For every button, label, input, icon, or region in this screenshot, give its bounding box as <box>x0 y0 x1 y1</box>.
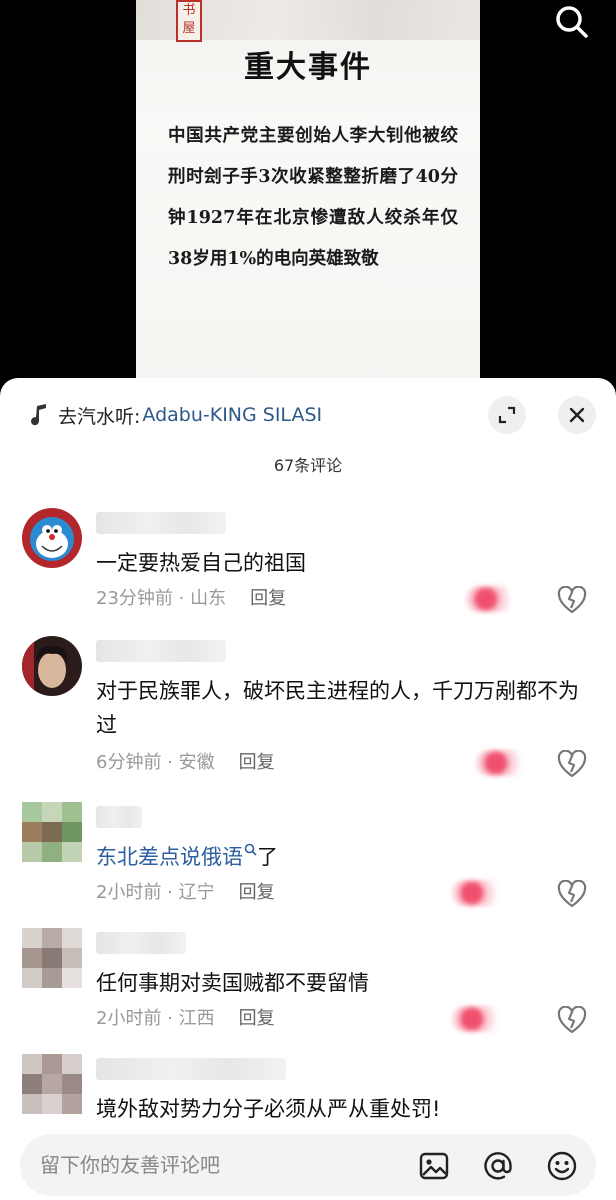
expand-button[interactable] <box>488 396 526 434</box>
comment-time-location: 2小时前 · 江西 <box>96 1008 215 1029</box>
music-prefix: 去汽水听: <box>58 405 141 428</box>
dislike-heart-icon[interactable] <box>557 880 587 908</box>
comment-sheet: 去汽水听: Adabu-KING SILASI 67条评论 一定要热爱自己的祖国… <box>0 378 616 1200</box>
comment-time-location: 2小时前 · 辽宁 <box>96 882 215 903</box>
like-button[interactable] <box>476 750 542 776</box>
music-link[interactable]: 去汽水听: Adabu-KING SILASI <box>28 400 322 430</box>
username-redacted[interactable] <box>96 806 142 828</box>
comment-text: 任何事期对卖国贼都不要留情 <box>96 971 369 995</box>
username-redacted[interactable] <box>96 932 186 954</box>
comment-meta: 23分钟前 · 山东 回复 <box>96 584 286 610</box>
comment-input[interactable] <box>40 1153 400 1177</box>
video-body-text: 中国共产党主要创始人李大钊他被绞刑时刽子手3次收紧整整折磨了40分钟1927年在… <box>168 126 458 269</box>
comment-text: 对于民族罪人，破坏民主进程的人，千刀万剐都不为过 <box>96 679 579 737</box>
comment-text: 东北差点说俄语了 <box>96 840 596 874</box>
expand-icon <box>498 406 516 424</box>
search-suggest-icon[interactable] <box>244 843 257 856</box>
music-song-name[interactable]: Adabu-KING SILASI <box>142 404 322 426</box>
reply-button[interactable]: 回复 <box>239 748 275 774</box>
avatar[interactable] <box>22 636 82 696</box>
comment-text: 一定要热爱自己的祖国 <box>96 551 306 575</box>
search-icon <box>556 6 588 38</box>
comment-text-suffix: 了 <box>257 845 278 869</box>
avatar[interactable] <box>22 928 82 988</box>
reply-button[interactable]: 回复 <box>239 1004 275 1030</box>
comment-search-link[interactable]: 东北差点说俄语 <box>96 845 243 869</box>
close-button[interactable] <box>558 396 596 434</box>
comment-meta: 2小时前 · 江西 回复 <box>96 1004 275 1030</box>
like-button[interactable] <box>452 880 518 906</box>
image-icon[interactable] <box>418 1150 450 1182</box>
reply-button[interactable]: 回复 <box>250 584 286 610</box>
username-redacted[interactable] <box>96 1058 286 1080</box>
avatar[interactable] <box>22 802 82 862</box>
dislike-heart-icon[interactable] <box>557 586 587 614</box>
seal-stamp: 书屋 <box>176 0 202 42</box>
comment-count: 67条评论 <box>273 456 343 475</box>
comment-input-box[interactable] <box>20 1134 596 1196</box>
comment-input-bar <box>0 1122 616 1200</box>
reply-button[interactable]: 回复 <box>239 878 275 904</box>
comment-meta: 2小时前 · 辽宁 回复 <box>96 878 275 904</box>
music-note-icon <box>31 404 46 426</box>
video-player[interactable]: 书屋 重大事件 中国共产党主要创始人李大钊他被绞刑时刽子手3次收紧整整折磨了40… <box>0 0 616 400</box>
at-icon[interactable] <box>482 1150 514 1182</box>
close-icon <box>569 407 585 423</box>
comment-time-location: 6分钟前 · 安徽 <box>96 752 215 773</box>
search-button[interactable] <box>554 4 590 40</box>
username-redacted[interactable] <box>96 640 226 662</box>
video-title: 重大事件 <box>244 50 372 85</box>
like-button[interactable] <box>466 586 532 612</box>
like-button[interactable] <box>452 1006 518 1032</box>
dislike-heart-icon[interactable] <box>557 750 587 778</box>
comment-text: 境外敌对势力分子必须从严从重处罚! <box>96 1097 441 1121</box>
emoji-icon[interactable] <box>546 1150 578 1182</box>
comment-time-location: 23分钟前 · 山东 <box>96 588 227 609</box>
avatar[interactable] <box>22 508 82 568</box>
dislike-heart-icon[interactable] <box>557 1006 587 1034</box>
username-redacted[interactable] <box>96 512 226 534</box>
video-frame: 书屋 重大事件 中国共产党主要创始人李大钊他被绞刑时刽子手3次收紧整整折磨了40… <box>136 0 480 400</box>
comment-meta: 6分钟前 · 安徽 回复 <box>96 748 275 774</box>
avatar[interactable] <box>22 1054 82 1114</box>
